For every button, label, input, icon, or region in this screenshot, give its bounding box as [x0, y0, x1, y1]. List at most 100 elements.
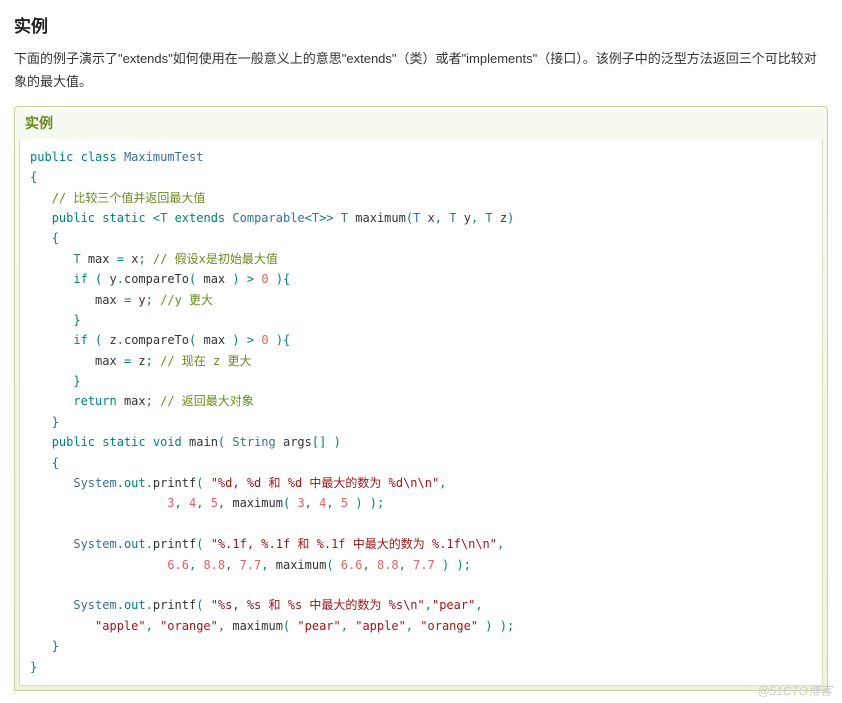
string: "pear" — [432, 598, 475, 612]
brace: { — [30, 170, 37, 184]
op: < — [305, 211, 312, 225]
field: out — [124, 598, 146, 612]
string: "%s, %s 和 %s 中最大的数为 %s\n" — [211, 598, 425, 612]
op: ); — [370, 496, 384, 510]
op: , — [497, 537, 504, 551]
type: Comparable — [232, 211, 304, 225]
op: . — [117, 537, 124, 551]
op: ( — [283, 496, 290, 510]
op: ( — [189, 333, 196, 347]
fn-name: maximum — [355, 211, 406, 225]
string: "apple" — [355, 619, 406, 633]
op: = — [124, 293, 131, 307]
type: T — [341, 211, 348, 225]
number: 3 — [297, 496, 304, 510]
type: T — [413, 211, 420, 225]
type: T — [485, 211, 492, 225]
op: ; — [146, 354, 153, 368]
op: ; — [146, 394, 153, 408]
comment: //y 更大 — [160, 293, 213, 307]
comment: // 返回最大对象 — [160, 394, 254, 408]
brace: } — [52, 415, 59, 429]
number: 0 — [261, 272, 268, 286]
keyword: return — [73, 394, 116, 408]
op: , — [146, 619, 153, 633]
class-name: MaximumTest — [124, 150, 203, 164]
op: ){ — [276, 333, 290, 347]
brace: } — [52, 639, 59, 653]
op: ; — [138, 252, 145, 266]
string: "%d, %d 和 %d 中最大的数为 %d\n\n" — [211, 476, 440, 490]
keyword: static — [102, 435, 145, 449]
op: , — [189, 558, 196, 572]
op: , — [362, 558, 369, 572]
section-description: 下面的例子演示了"extends"如何使用在一般意义上的意思"extends"（… — [14, 47, 828, 94]
number: 5 — [341, 496, 348, 510]
keyword: public — [30, 150, 73, 164]
op: . — [117, 272, 124, 286]
number: 0 — [261, 333, 268, 347]
var: max — [203, 272, 225, 286]
op: , — [341, 619, 348, 633]
op: , — [475, 598, 482, 612]
op: ( — [95, 272, 102, 286]
string: "%.1f, %.1f 和 %.1f 中最大的数为 %.1f\n\n" — [211, 537, 497, 551]
var: z — [110, 333, 117, 347]
section-heading: 实例 — [14, 12, 828, 37]
op: ( — [326, 558, 333, 572]
code-block: public class MaximumTest { // 比较三个值并返回最大… — [19, 139, 823, 686]
comment: // 假设x是初始最大值 — [153, 252, 278, 266]
var: args — [283, 435, 312, 449]
number: 8.8 — [377, 558, 399, 572]
string: "orange" — [420, 619, 478, 633]
op: = — [117, 252, 124, 266]
keyword: if — [73, 272, 87, 286]
var: max — [203, 333, 225, 347]
brace: } — [73, 313, 80, 327]
op: , — [435, 211, 442, 225]
brace: } — [73, 374, 80, 388]
op: ; — [146, 293, 153, 307]
number: 5 — [211, 496, 218, 510]
op: ( — [196, 598, 203, 612]
op: ( — [218, 435, 225, 449]
op: ( — [283, 619, 290, 633]
op: ) — [485, 619, 492, 633]
op: , — [218, 496, 225, 510]
keyword: void — [153, 435, 182, 449]
example-title: 实例 — [15, 107, 827, 139]
op: ( — [196, 476, 203, 490]
op: > — [247, 333, 254, 347]
type: String — [232, 435, 275, 449]
comment: // 现在 z 更大 — [160, 354, 251, 368]
op: , — [196, 496, 203, 510]
op: ( — [406, 211, 413, 225]
var: max — [88, 252, 110, 266]
number: 7.7 — [240, 558, 262, 572]
brace: { — [52, 456, 59, 470]
string: "orange" — [160, 619, 218, 633]
op: , — [175, 496, 182, 510]
op: ) — [334, 435, 341, 449]
method: compareTo — [124, 333, 189, 347]
fn-call: maximum — [232, 496, 283, 510]
op: ); — [457, 558, 471, 572]
op: . — [117, 476, 124, 490]
op: . — [117, 333, 124, 347]
example-container: 实例 public class MaximumTest { // 比较三个值并返… — [14, 106, 828, 691]
field: out — [124, 537, 146, 551]
op: , — [471, 211, 478, 225]
brace: { — [52, 231, 59, 245]
var: z — [138, 354, 145, 368]
class: System — [73, 537, 116, 551]
var: y — [110, 272, 117, 286]
type: T — [160, 211, 167, 225]
keyword: extends — [175, 211, 226, 225]
op: > — [247, 272, 254, 286]
number: 6.6 — [167, 558, 189, 572]
op: ( — [95, 333, 102, 347]
var: y — [138, 293, 145, 307]
op: = — [124, 354, 131, 368]
op: ( — [196, 537, 203, 551]
op: ) — [442, 558, 449, 572]
